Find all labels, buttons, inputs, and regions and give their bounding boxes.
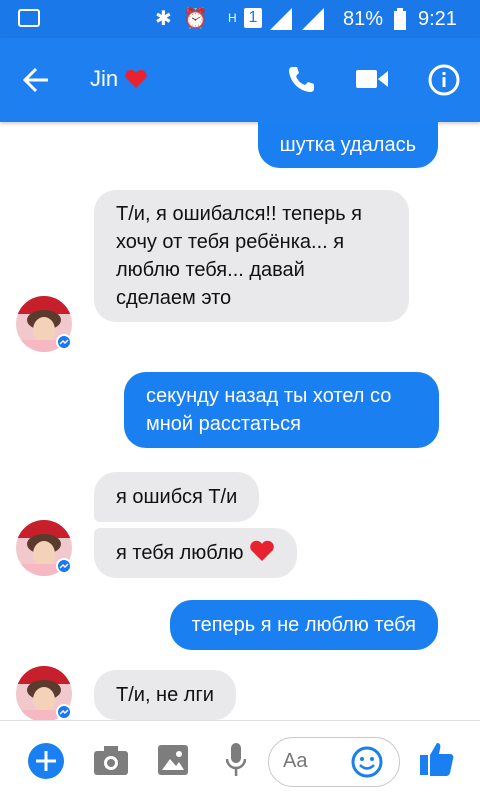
messenger-badge-icon [56,558,72,574]
contact-name-text: Jin [90,66,119,91]
thumbs-up-icon[interactable] [420,741,454,777]
mic-icon[interactable] [226,743,246,777]
red-heart-icon [125,69,147,88]
message-input-placeholder: Aa [283,750,308,772]
incoming-message[interactable]: я тебя люблю [94,528,298,578]
message-text: я ошибся Т/и [116,486,238,508]
incoming-message[interactable]: Т/и, не лги [94,670,236,720]
red-heart-icon [250,540,274,561]
outgoing-message[interactable]: теперь я не люблю тебя [169,600,438,650]
emoji-icon[interactable] [351,746,383,778]
sim-number: 1 [244,8,262,28]
message-text: Т/и, я ошибался!! теперь я хочу от тебя … [116,203,363,309]
gallery-notification-icon [18,9,40,27]
message-text: шутка удалась [279,134,416,156]
signal-icon [270,8,324,30]
outgoing-message[interactable]: секунду назад ты хотел со мной расстатьс… [124,372,439,448]
phone-icon[interactable] [286,64,316,94]
plus-icon[interactable] [28,743,64,779]
video-camera-icon[interactable] [356,68,388,90]
app-bar: Jin [0,38,480,122]
bluetooth-icon: ✱ [155,8,172,30]
message-text: теперь я не люблю тебя [191,614,416,636]
message-list[interactable]: шутка удалась Т/и, я ошибался!! теперь я… [0,122,480,720]
message-text: Т/и, не лги [116,684,214,706]
camera-icon[interactable] [94,745,128,775]
composer-bar: Aa [0,720,480,801]
incoming-message[interactable]: я ошибся Т/и [94,472,260,522]
info-icon[interactable] [428,64,460,96]
message-text: я тебя люблю [116,542,244,564]
network-type-label: H [228,11,237,25]
battery-percent: 81% [343,8,384,30]
incoming-message[interactable]: Т/и, я ошибался!! теперь я хочу от тебя … [94,190,409,322]
outgoing-message[interactable]: шутка удалась [257,122,438,168]
contact-name[interactable]: Jin [90,66,148,92]
back-arrow-icon[interactable] [22,66,50,94]
status-bar: ✱ ⏰ H 1 81% 9:21 [0,0,480,38]
image-icon[interactable] [158,745,188,775]
messenger-badge-icon [56,704,72,720]
alarm-icon: ⏰ [183,8,208,30]
messenger-badge-icon [56,334,72,350]
battery-icon [394,8,406,30]
clock: 9:21 [418,8,457,30]
message-text: секунду назад ты хотел со мной расстатьс… [146,385,392,435]
